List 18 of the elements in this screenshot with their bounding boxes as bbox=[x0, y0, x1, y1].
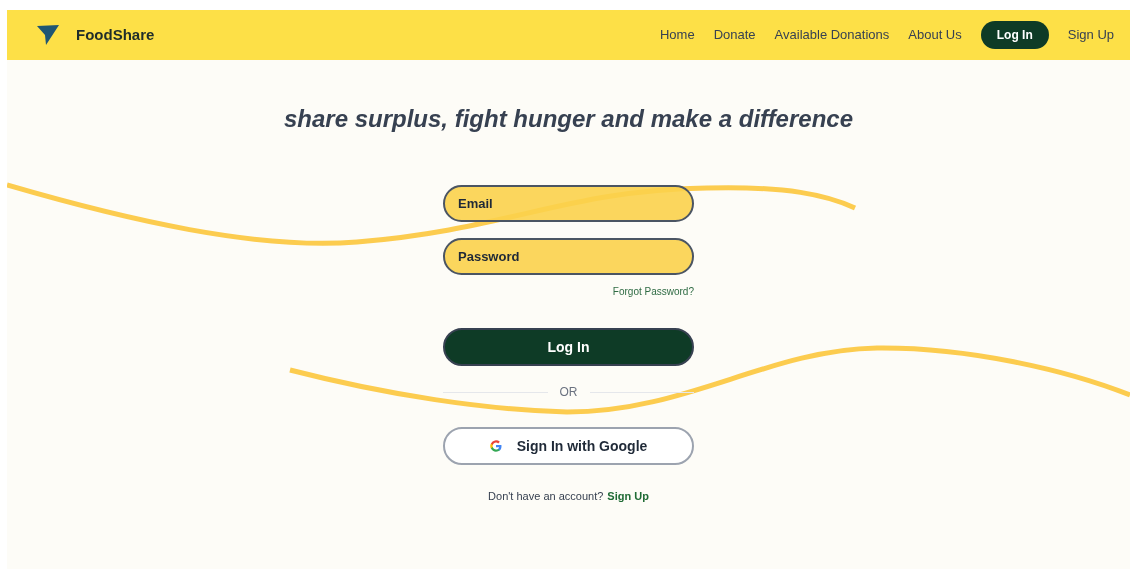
tagline: share surplus, fight hunger and make a difference bbox=[282, 104, 854, 134]
nav-link[interactable]: Home bbox=[660, 25, 695, 45]
logo-icon bbox=[36, 24, 60, 46]
login-button[interactable]: Log In bbox=[443, 328, 694, 366]
google-icon bbox=[489, 440, 502, 452]
signup-prompt: Don't have an account? bbox=[488, 489, 604, 504]
forgot-password-link[interactable]: Forgot Password? bbox=[612, 284, 694, 299]
nav-link[interactable]: Available Donations bbox=[774, 25, 890, 45]
nav-link[interactable]: Donate bbox=[713, 25, 756, 45]
password-field[interactable]: Password bbox=[443, 238, 694, 275]
or-divider-label: OR bbox=[559, 384, 578, 401]
nav-link[interactable]: Sign Up bbox=[1067, 25, 1114, 45]
email-field[interactable]: Email bbox=[443, 185, 694, 222]
brand-name: FoodShare bbox=[76, 24, 155, 45]
nav-link[interactable]: About Us bbox=[908, 25, 962, 45]
nav-link[interactable]: Log In bbox=[980, 21, 1049, 49]
google-signin-button[interactable]: Sign In with Google bbox=[443, 427, 694, 465]
signup-link[interactable]: Sign Up bbox=[607, 488, 649, 505]
